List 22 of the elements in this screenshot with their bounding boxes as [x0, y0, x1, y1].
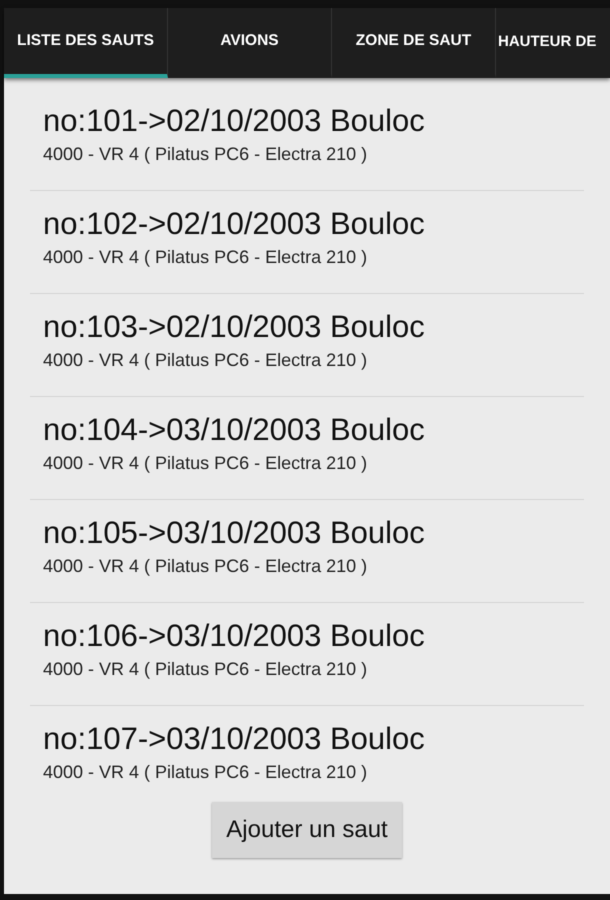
- jump-details: 4000 - VR 4 ( Pilatus PC6 - Electra 210 ): [43, 452, 368, 475]
- jump-list-item[interactable]: no:106->03/10/2003 Bouloc 4000 - VR 4 ( Pilatus PC6 - Electra 210 ): [30, 603, 584, 706]
- jump-title: no:102->02/10/2003 Bouloc: [43, 205, 426, 243]
- jump-title: no:107->03/10/2003 Bouloc: [43, 720, 426, 758]
- jump-details: 4000 - VR 4 ( Pilatus PC6 - Electra 210 ): [43, 143, 368, 166]
- jump-list-item[interactable]: no:101->02/10/2003 Bouloc 4000 - VR 4 ( Pilatus PC6 - Electra 210 ): [30, 88, 584, 191]
- jump-details: 4000 - VR 4 ( Pilatus PC6 - Electra 210 ): [43, 658, 368, 681]
- jump-details: 4000 - VR 4 ( Pilatus PC6 - Electra 210 ): [43, 555, 368, 578]
- jump-title: no:103->02/10/2003 Bouloc: [43, 308, 426, 346]
- jump-list-item[interactable]: no:104->03/10/2003 Bouloc 4000 - VR 4 ( Pilatus PC6 - Electra 210 ): [30, 397, 584, 500]
- jump-details: 4000 - VR 4 ( Pilatus PC6 - Electra 210 ): [43, 246, 368, 269]
- jump-details: 4000 - VR 4 ( Pilatus PC6 - Electra 210 ): [43, 349, 368, 372]
- jump-list-item[interactable]: no:105->03/10/2003 Bouloc 4000 - VR 4 ( Pilatus PC6 - Electra 210 ): [30, 500, 584, 603]
- jump-title: no:101->02/10/2003 Bouloc: [43, 102, 426, 140]
- jump-title: no:105->03/10/2003 Bouloc: [43, 514, 426, 552]
- jump-list-item[interactable]: no:102->02/10/2003 Bouloc 4000 - VR 4 ( Pilatus PC6 - Electra 210 ): [30, 191, 584, 294]
- tab[interactable]: HAUTEUR DE: [496, 8, 610, 78]
- jump-list-item[interactable]: no:103->02/10/2003 Bouloc 4000 - VR 4 ( Pilatus PC6 - Electra 210 ): [30, 294, 584, 397]
- jump-details: 4000 - VR 4 ( Pilatus PC6 - Electra 210 ): [43, 761, 368, 784]
- jump-title: no:104->03/10/2003 Bouloc: [43, 411, 426, 449]
- add-jump-button[interactable]: Ajouter un saut: [212, 802, 402, 858]
- jump-title: no:106->03/10/2003 Bouloc: [43, 617, 426, 655]
